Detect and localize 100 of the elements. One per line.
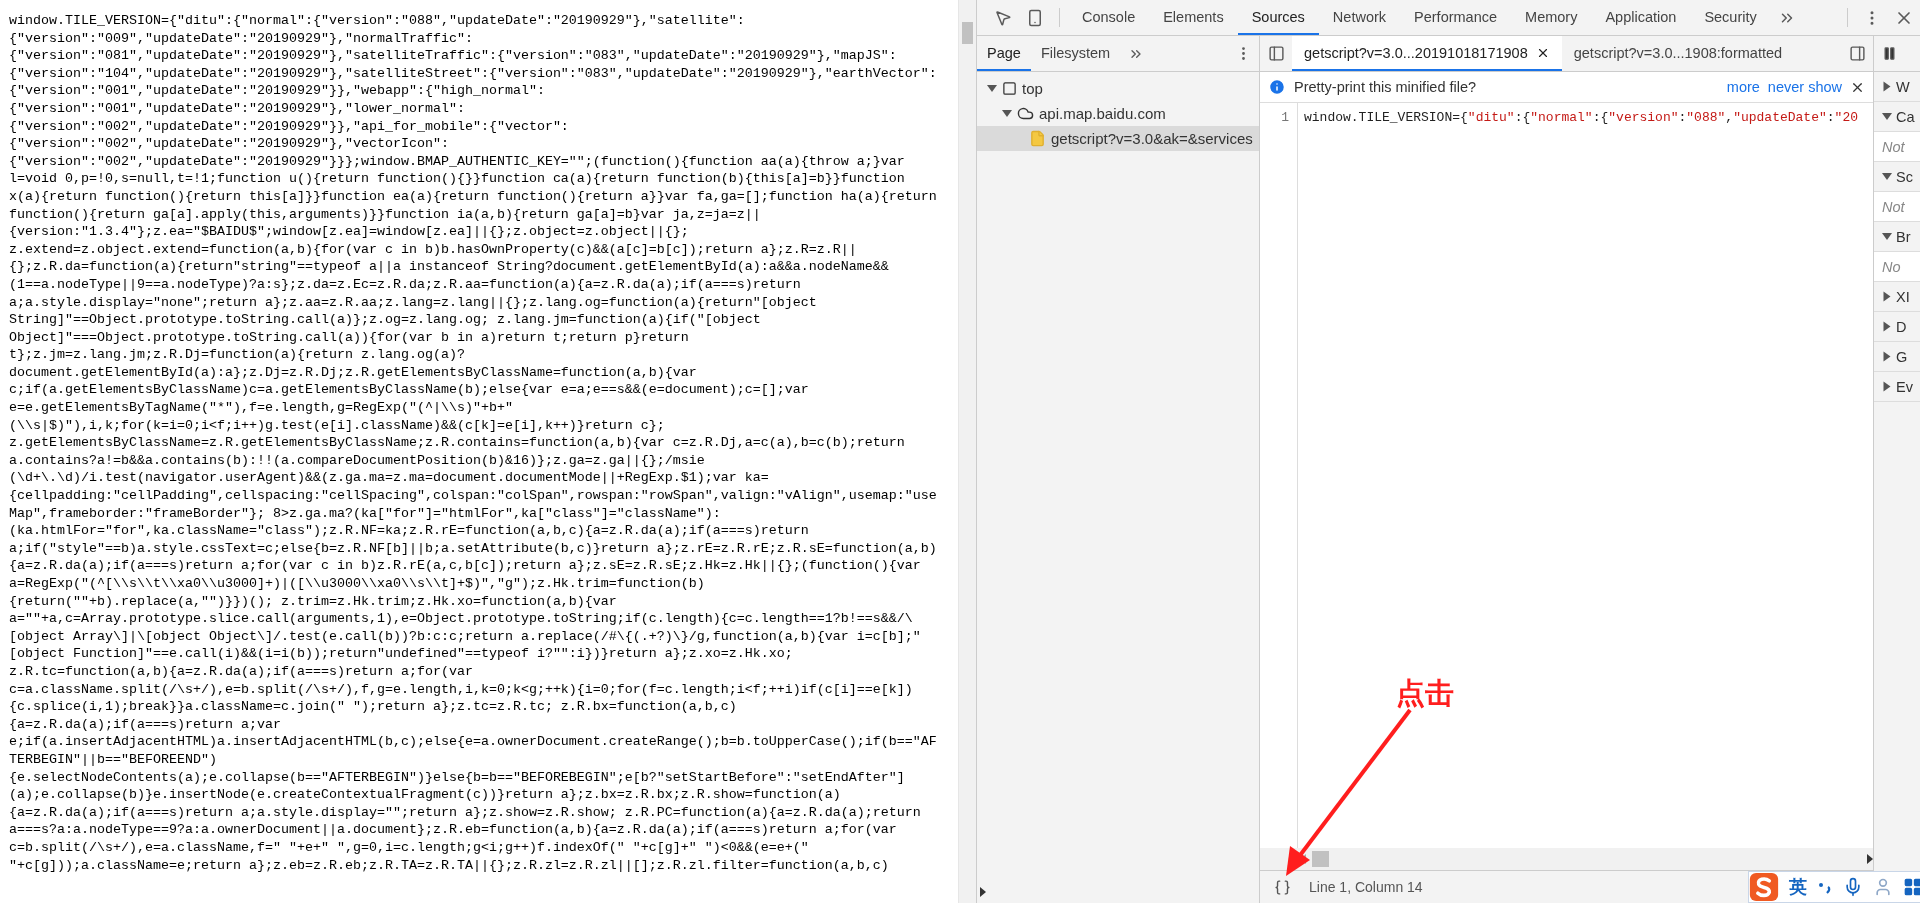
code-line: [object Function]"==e.call(i)&&(i=i(b));return"undefined"==typeof i?"":i})}return a};z.xo=z.Hk.xo; bbox=[9, 645, 793, 663]
expand-arrow-icon[interactable] bbox=[1883, 321, 1891, 332]
tree-item[interactable]: api.map.baidu.com bbox=[977, 101, 1259, 126]
expand-arrow-icon[interactable] bbox=[1882, 113, 1892, 120]
code-line: a=""+a,c=Array.prototype.slice.call(arguments,1),e=Object.prototype.toString;if(c.length){c=c.length==1?b!==s&&/\ bbox=[9, 610, 913, 628]
pretty-print-icon[interactable] bbox=[1274, 878, 1291, 896]
panel-tab[interactable]: Network bbox=[1318, 0, 1401, 35]
code-line: {"version":"002","updateDate":"20190929"}}};window.BMAP_AUTHENTIC_KEY="";(function(){function aa(a){throw a;}var bbox=[9, 152, 905, 171]
horizontal-scrollbar[interactable] bbox=[1260, 848, 1873, 870]
panel-tab[interactable]: Performance bbox=[1400, 0, 1512, 35]
sidebar-section-header[interactable]: Ev bbox=[1874, 372, 1920, 402]
code-line: document.getElementById(a):a};z.Dj=z.R.Dj;z.R.getElementsByClassName=function(a,b){var bbox=[9, 363, 697, 382]
code-line: {};z.R.da=function(a){return"string"==typeof a||a instanceof String?document.getElementById(a):a&&a.nodeName&& bbox=[9, 258, 889, 276]
code-line: "+c[g]));a.className=e;return a};z.eb=z.R.eb;z.R.TA=z.R.TA||{};z.R.zl=z.R.zl||[];z.R.zl.filter=function(a,b,c) bbox=[9, 856, 889, 875]
code-line: TERBEGIN"||b=="BEFOREEND") bbox=[9, 750, 217, 769]
navigator-tab[interactable]: Filesystem bbox=[1030, 36, 1121, 71]
sidebar-section-header[interactable]: W bbox=[1874, 72, 1920, 102]
file-tab[interactable]: getscript?v=3.0...20191018171908 bbox=[1292, 36, 1562, 71]
code-line: e=e.getElementsByTagName("*"),f=e.length,g=RegExp("(^|\\s)"+b+" bbox=[9, 399, 513, 417]
navigator-tab[interactable]: Page bbox=[977, 36, 1031, 71]
code-line: {cellpadding:"cellPadding",cellspacing:"cellSpacing",colspan:"colSpan",rowspan:"rowSpan",valign:"vAlign",usemap:"use bbox=[9, 487, 937, 505]
code-line: a;if("style"==b)a.style.cssText=c;else{b=z.R.NF[b]||b;a.setAttribute(b,c)}return a};z.rE=z.R.rE;z.R.sE=function(a,b) bbox=[9, 539, 937, 558]
code-line: {"version":"001","updateDate":"20190929"}},"webapp":{"high_normal": bbox=[9, 82, 545, 100]
sidebar-note: Not bbox=[1874, 192, 1920, 222]
sidebar-section-header[interactable]: XI bbox=[1874, 282, 1920, 312]
code-line: c=a.className.split(/\s+/),e=b.split(/\s+/),f,g=e.length,i,k=0;k<g;++k){i=0;for(f=c.length;i<f;++i)if(c[i]==e[k]) bbox=[9, 680, 913, 699]
panel-tab[interactable]: Elements bbox=[1149, 0, 1238, 35]
expand-arrow-icon[interactable] bbox=[1882, 173, 1892, 180]
code-line: l=void 0,p=!0,s=null,t=!1;function u(){return function(){}}function ca(a){return function(b){this[a]=b}}function bbox=[9, 170, 905, 188]
code-line: {e.selectNodeContents(a);e.collapse(b=="AFTERBEGIN")}else{b=b=="BEFOREBEGIN";e[b?"setStartBefore":"setEndAfter"] bbox=[9, 768, 905, 787]
file-tab[interactable]: getscript?v=3.0...1908:formatted bbox=[1561, 36, 1795, 71]
code-line: {version:"1.3.4"};z.ea="$BAIDU$";window[z.ea]=window[z.ea]||{};z.object=z.object||{}; bbox=[9, 223, 689, 241]
expand-arrow-icon[interactable] bbox=[1883, 291, 1891, 302]
code-line: x(a){return function(){return this[a]}}function ea(a){return function(){return a}}var fa,ga=[];function ha(a){return bbox=[9, 187, 937, 206]
expand-arrow-icon[interactable] bbox=[1882, 233, 1892, 240]
cloud-icon bbox=[1017, 105, 1034, 122]
code-line: String]"==Object.prototype.toString.call(a)};z.og=z.lang.og; z.lang.jm=function(a){if("[object bbox=[9, 311, 761, 329]
code-line: {"version":"009","updateDate":"20190929"},"normalTraffic": bbox=[9, 29, 473, 48]
infobar-link[interactable]: more bbox=[1726, 79, 1760, 95]
code-line: z.R.tc=function(a,b){a=z.R.da(a);if(a===s)return a;for(var bbox=[9, 662, 473, 681]
code-line: c=b.split(/\s+/),e=a.className,f=" "+e+" ",g=0,i=c.length;g<i;g++)f.indexOf(" "+c[g]+" ")<0&&(e=e+(" bbox=[9, 838, 809, 857]
code-line: (1==a.nodeType||9==a.nodeType)?a:s};z.da=z.Ec=z.R.da;z.R.aa=function(a){a=z.R.da(a);if(a===s)return bbox=[9, 275, 801, 294]
panel-tab[interactable]: Console bbox=[1068, 0, 1150, 35]
code-line: {"version":"002","updateDate":"20190929"},"vectorIcon": bbox=[9, 135, 449, 153]
code-line: window.TILE_VERSION={"ditu":{"normal":{"version":"088","updateDate":"20190929"},"satellite": bbox=[9, 12, 745, 30]
ime-logo-icon[interactable] bbox=[1749, 872, 1779, 902]
tree-item[interactable]: top bbox=[977, 76, 1259, 101]
code-line: t};z.jm=z.lang.jm;z.R.Dj=function(a){return z.lang.og(a)? bbox=[9, 346, 465, 364]
code-line: window.TILE_VERSION={"ditu":{"normal":{"version":"088","updateDate":"20 bbox=[1304, 109, 1858, 127]
code-line: Object]"===Object.prototype.toString.call(a)){for(var b in a)return t;return p}return bbox=[9, 328, 689, 347]
code-line: a;a.style.display="none";return a};z.aa=z.R.aa;z.lang=z.lang||{};z.lang.og=function(a){return"[object bbox=[9, 293, 817, 312]
code-line: c;if(a.getElementsByClassName)c=a.getElementsByClassName(b);else{var e=a;e==s&&(e=document);c=[];var bbox=[9, 381, 809, 400]
ime-mode[interactable]: 英 bbox=[1789, 875, 1807, 899]
code-line: {return(""+b).replace(a,"")}})(); z.trim=z.Hk.trim;z.Hk.xo=function(a,b){var bbox=[9, 592, 617, 611]
code-line: {a=z.R.da(a);if(a===s)return a;a.style.display="";return a};z.show=z.R.show; z.R.PC=function(a){a=z.R.da(a);return bbox=[9, 803, 921, 822]
sidebar-section-header[interactable]: G bbox=[1874, 342, 1920, 372]
code-line: z.extend=z.object.extend=function(a,b){for(var c in b)b.hasOwnProperty(c)&&(a[c]=b[c]);return a};z.R=z.R|| bbox=[9, 240, 857, 259]
infobar-message: Pretty-print this minified file? bbox=[1294, 79, 1477, 95]
frame-icon bbox=[1002, 81, 1017, 96]
expand-arrow-icon[interactable] bbox=[1883, 381, 1891, 392]
panel-tab[interactable]: Application bbox=[1591, 0, 1691, 35]
code-line: [object Array\]|\[object Object\]/.test(e.call(b))?b:c:c;return a.replace(/#\{(.+?)\}/g,function(a,b){var i=c[b];" bbox=[9, 627, 921, 646]
code-line: (a);e.collapse(b)}e.insertNode(e.createContextualFragment(c))}return a};z.bx=z.R.bx;z.R.show=function(a) bbox=[9, 786, 841, 804]
code-line: a===s?a:a.nodeType==9?a:a.ownerDocument||a.document};z.R.eb=function(a,b){a=z.R.da(a);if(a===s)return a;for(var bbox=[9, 821, 897, 839]
code-line: {c.splice(i,1);break}}a.className=c.join(" ");return a};z.tc=z.R.tc; z.R.bx=function(a,b,c) bbox=[9, 698, 737, 716]
file-icon bbox=[1029, 130, 1046, 147]
code-line: (\\s|$)"),i,k;for(k=i=0;i<f;i++)g.test(e[i].className)&&(c[k]=e[i],k++)}return c}; bbox=[9, 416, 665, 435]
expand-arrow-icon[interactable] bbox=[1883, 351, 1891, 362]
code-line: Map",frameborder:"frameBorder"}; 8>z.ga.ma?(ka["for"]="htmlFor",ka["class"]="className"): bbox=[9, 504, 721, 523]
scrollbar[interactable] bbox=[958, 0, 976, 903]
expand-arrow-icon[interactable] bbox=[987, 85, 997, 92]
code-line: {"version":"002","updateDate":"20190929"}},"api_for_mobile":{"vector": bbox=[9, 117, 569, 136]
code-line: {"version":"001","updateDate":"20190929"},"lower_normal": bbox=[9, 99, 465, 118]
code-line: {a=z.R.da(a);if(a===s)return a;for(var c in b)z.R.rE(a,c,b[c]);return a};z.sE=z.R.sE;z.Hk=z.Hk||{};(function(){var bbox=[9, 557, 921, 575]
code-line: a.contains?a!=b&&a.contains(b):!!(a.compareDocumentPosition(b)&16)};z.ga=z.ga||{};/msie bbox=[9, 451, 705, 470]
grid-icon[interactable] bbox=[1903, 877, 1920, 897]
panel-tab[interactable]: Memory bbox=[1511, 0, 1592, 35]
info-icon bbox=[1268, 78, 1286, 96]
code-line: z.getElementsByClassName=z.R.getElementsByClassName;z.R.contains=function(a,b){var c=z.R.Dj,a=c(a),b=c(b);return bbox=[9, 434, 905, 452]
sidebar-note: No bbox=[1874, 252, 1920, 282]
drawer-arrow-icon[interactable] bbox=[980, 887, 986, 897]
code-line: {a=z.R.da(a);if(a===s)return a;var bbox=[9, 715, 281, 734]
code-line: (ka.htmlFor="for",ka.className="class");z.R.NF=ka;z.R.rE=function(a,b,c){a=z.R.da(a);if(a===s)return bbox=[9, 522, 809, 540]
code-line: (\d+\.\d)/i.test(navigator.userAgent)&&(z.ga.ma=z.ma=document.documentMode||+RegExp.$1);var ka= bbox=[9, 469, 769, 488]
panel-tab[interactable]: Security bbox=[1690, 0, 1771, 35]
tree-item[interactable]: getscript?v=3.0&ak=&services bbox=[977, 126, 1259, 151]
line-number: 1 bbox=[1280, 109, 1289, 127]
microphone-icon[interactable] bbox=[1843, 877, 1863, 897]
infobar-link[interactable]: never show bbox=[1767, 79, 1842, 95]
code-line: function(){return ga[a].apply(this,arguments)}}function ia(a,b){return ga[a]=b}var ja,z=ja=z|| bbox=[9, 205, 761, 224]
expand-arrow-icon[interactable] bbox=[1883, 81, 1891, 92]
code-line: a=RegExp("(^[\\s\\t\\xa0\\u3000]+)|([\\u3000\\xa0\\s\\t]+$)","g");z.Hk.trim=function(b) bbox=[9, 575, 705, 593]
code-line: {"version":"081","updateDate":"20190929"},"satelliteTraffic":{"version":"083","updateDate":"20190929"},"mapJS": bbox=[9, 47, 897, 65]
sidebar-note: Not bbox=[1874, 132, 1920, 162]
code-line: {"version":"104","updateDate":"20190929"},"satelliteStreet":{"version":"083","updateDate":"20190929"},"earthVector": bbox=[9, 64, 937, 83]
code-line: e;if(a.insertAdjacentHTML)a.insertAdjacentHTML(b,c);else{e=a.ownerDocument.createRange();b=b.toUpperCase();if(b=="AF bbox=[9, 733, 937, 751]
sidebar-section-header[interactable]: D bbox=[1874, 312, 1920, 342]
expand-arrow-icon[interactable] bbox=[1002, 110, 1012, 117]
cursor-position: Line 1, Column 14 bbox=[1309, 879, 1423, 895]
annotation-text: 点击 bbox=[1396, 675, 1454, 712]
